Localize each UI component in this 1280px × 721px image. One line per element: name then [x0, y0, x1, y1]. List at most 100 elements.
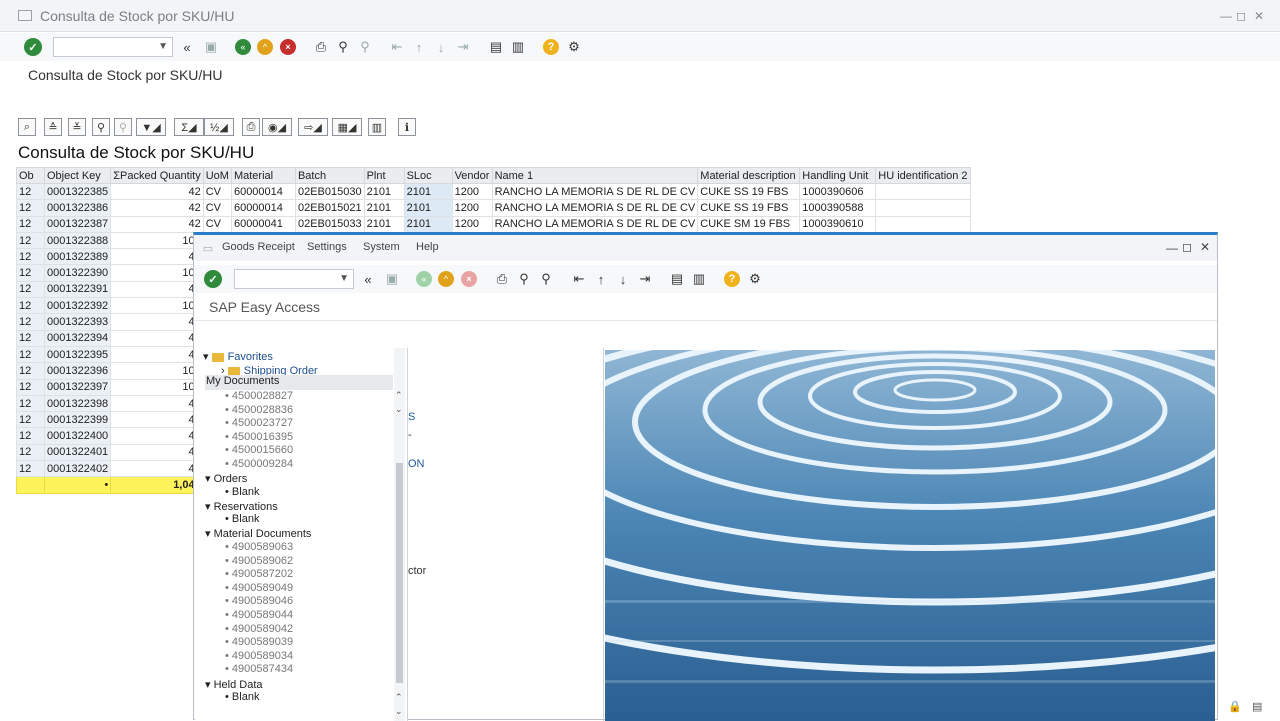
cancel-icon[interactable]: × — [461, 271, 477, 287]
tree-node-reservations[interactable]: ▾ Reservations — [205, 500, 278, 513]
export-icon[interactable]: ⇨◢ — [298, 118, 328, 136]
shortcut-icon[interactable]: ▥ — [509, 38, 527, 56]
cell-object-key[interactable]: 0001322387 — [43, 215, 112, 233]
cell-object-key[interactable]: 0001322390 — [43, 264, 112, 282]
cell-vendor[interactable]: 1200 — [451, 215, 493, 233]
total-marker[interactable]: • — [43, 476, 112, 495]
cell-hu-identification-2[interactable] — [875, 215, 971, 233]
cell-ob[interactable]: 12 — [16, 378, 45, 396]
back-icon[interactable]: « — [235, 39, 251, 55]
col-hu-identification-2[interactable]: HU identification 2 — [875, 167, 971, 184]
find-icon[interactable]: ⚲ — [92, 118, 110, 136]
col-sloc[interactable]: SLoc — [403, 167, 453, 184]
cell-ob[interactable]: 12 — [16, 362, 45, 380]
menu-help[interactable]: Help — [416, 241, 439, 253]
cell-packed-quantity[interactable]: 100 — [110, 378, 204, 396]
tree-node-favorites[interactable]: ▾ Favorites — [203, 350, 273, 363]
enter-icon[interactable]: ✓ — [204, 270, 222, 288]
cell-ob[interactable]: 12 — [16, 297, 45, 315]
minimize-icon[interactable]: — — [1220, 9, 1232, 23]
cell-packed-quantity[interactable]: 42 — [110, 411, 204, 429]
cell-ob[interactable]: 12 — [16, 313, 45, 331]
cell-packed-quantity[interactable]: 42 — [110, 215, 204, 233]
cell-packed-quantity[interactable]: 42 — [110, 182, 204, 201]
shortcut-icon[interactable]: ▥ — [690, 270, 708, 288]
find-next-icon[interactable]: ⚲ — [537, 270, 555, 288]
cell-vendor[interactable]: 1200 — [451, 182, 493, 201]
cell-batch[interactable]: 02EB015030 — [294, 182, 365, 201]
graphic-icon[interactable]: ▥ — [368, 118, 386, 136]
new-session-icon[interactable]: ▤ — [487, 38, 505, 56]
tree-leaf-my-document[interactable]: • 4500023727 — [225, 417, 293, 429]
col-batch[interactable]: Batch — [294, 167, 365, 184]
total-quantity[interactable]: 1,046 — [110, 476, 204, 495]
tree-leaf-my-document[interactable]: • 4500015660 — [225, 444, 293, 456]
cell-material[interactable]: 60000041 — [230, 215, 296, 233]
cell-packed-quantity[interactable]: 42 — [110, 394, 204, 413]
cell-material[interactable]: 60000014 — [230, 199, 296, 217]
tree-leaf-material-document[interactable]: • 4900587434 — [225, 663, 293, 675]
filter-icon[interactable]: ▼◢ — [136, 118, 166, 136]
col-vendor[interactable]: Vendor — [451, 167, 493, 184]
tree-scrollbar[interactable]: ⌃ ⌄ ⌃ ⌄ — [394, 348, 405, 721]
tree-node-material-documents[interactable]: ▾ Material Documents — [205, 527, 311, 540]
cancel-icon[interactable]: × — [280, 39, 296, 55]
cell-object-key[interactable]: 0001322402 — [43, 460, 112, 478]
cell-object-key[interactable]: 0001322395 — [43, 345, 112, 364]
command-field[interactable]: ▼ — [53, 37, 173, 57]
close-icon[interactable]: ✕ — [1200, 240, 1210, 254]
cell-object-key[interactable]: 0001322398 — [43, 394, 112, 413]
enter-icon[interactable]: ✓ — [24, 38, 42, 56]
window-menu-icon[interactable] — [18, 10, 32, 21]
cell-ob[interactable]: 12 — [16, 345, 45, 364]
cell-ob[interactable]: 12 — [16, 199, 45, 217]
scroll-down-icon[interactable]: ⌄ — [395, 404, 403, 415]
next-page-icon[interactable]: ↓ — [432, 38, 450, 56]
cell-object-key[interactable]: 0001322386 — [43, 199, 112, 217]
cell-ob[interactable] — [16, 476, 45, 495]
info-icon[interactable]: ℹ — [398, 118, 416, 136]
tree-leaf-material-document[interactable]: • 4900589034 — [225, 650, 293, 662]
cell-name-1[interactable]: RANCHO LA MEMORIA S DE RL DE CV — [491, 199, 699, 217]
cell-handling-unit[interactable]: 1000390588 — [799, 199, 877, 217]
cell-object-key[interactable]: 0001322399 — [43, 411, 112, 429]
collapse-icon[interactable]: « — [359, 270, 377, 288]
close-icon[interactable]: ✕ — [1254, 9, 1264, 23]
tree-leaf-material-document[interactable]: • 4900589063 — [225, 541, 293, 553]
tree-leaf-material-document[interactable]: • 4900589039 — [225, 636, 293, 648]
save-icon[interactable]: ▣ — [383, 270, 401, 288]
first-page-icon[interactable]: ⇤ — [388, 38, 406, 56]
cell-object-key[interactable]: 0001322391 — [43, 280, 112, 299]
details-icon[interactable]: ⌕ — [18, 118, 36, 136]
tree-leaf-material-document[interactable]: • 4900589049 — [225, 582, 293, 594]
cell-ob[interactable]: 12 — [16, 411, 45, 429]
cell-object-key[interactable]: 0001322385 — [43, 182, 112, 201]
col-material-description[interactable]: Material description — [697, 167, 801, 184]
cell-object-key[interactable]: 0001322388 — [43, 231, 112, 250]
subtotal-icon[interactable]: ½◢ — [204, 118, 234, 136]
window-menu-icon[interactable]: ▭ — [199, 239, 217, 257]
cell-object-key[interactable]: 0001322389 — [43, 248, 112, 266]
new-session-icon[interactable]: ▤ — [668, 270, 686, 288]
cell-object-key[interactable]: 0001322393 — [43, 313, 112, 331]
table-row[interactable]: 12 0001322386 42 CV 60000014 02EB015021 2101 21… — [16, 199, 971, 217]
cell-ob[interactable]: 12 — [16, 182, 45, 201]
table-row[interactable]: 12 0001322387 42 CV 60000041 02EB015033 2101 21… — [16, 215, 971, 233]
col-handling-unit[interactable]: Handling Unit — [799, 167, 877, 184]
first-page-icon[interactable]: ⇤ — [570, 270, 588, 288]
cell-ob[interactable]: 12 — [16, 329, 45, 347]
tree-node-orders[interactable]: ▾ Orders — [205, 472, 247, 485]
cell-packed-quantity[interactable]: 42 — [110, 280, 204, 299]
tree-leaf-orders-blank[interactable]: • Blank — [225, 486, 259, 498]
cell-object-key[interactable]: 0001322396 — [43, 362, 112, 380]
cell-sloc[interactable]: 2101 — [403, 199, 453, 217]
cell-name-1[interactable]: RANCHO LA MEMORIA S DE RL DE CV — [491, 215, 699, 233]
cell-packed-quantity[interactable]: 42 — [110, 427, 204, 445]
tree-node-held-data[interactable]: ▾ Held Data — [205, 678, 263, 691]
cell-ob[interactable]: 12 — [16, 215, 45, 233]
cell-hu-identification-2[interactable] — [875, 199, 971, 217]
cell-packed-quantity[interactable]: 42 — [110, 248, 204, 266]
print-preview-icon[interactable]: ⎙ — [242, 118, 260, 136]
settings-gear-icon[interactable]: ⚙ — [746, 270, 764, 288]
cell-sloc[interactable]: 2101 — [403, 182, 453, 201]
